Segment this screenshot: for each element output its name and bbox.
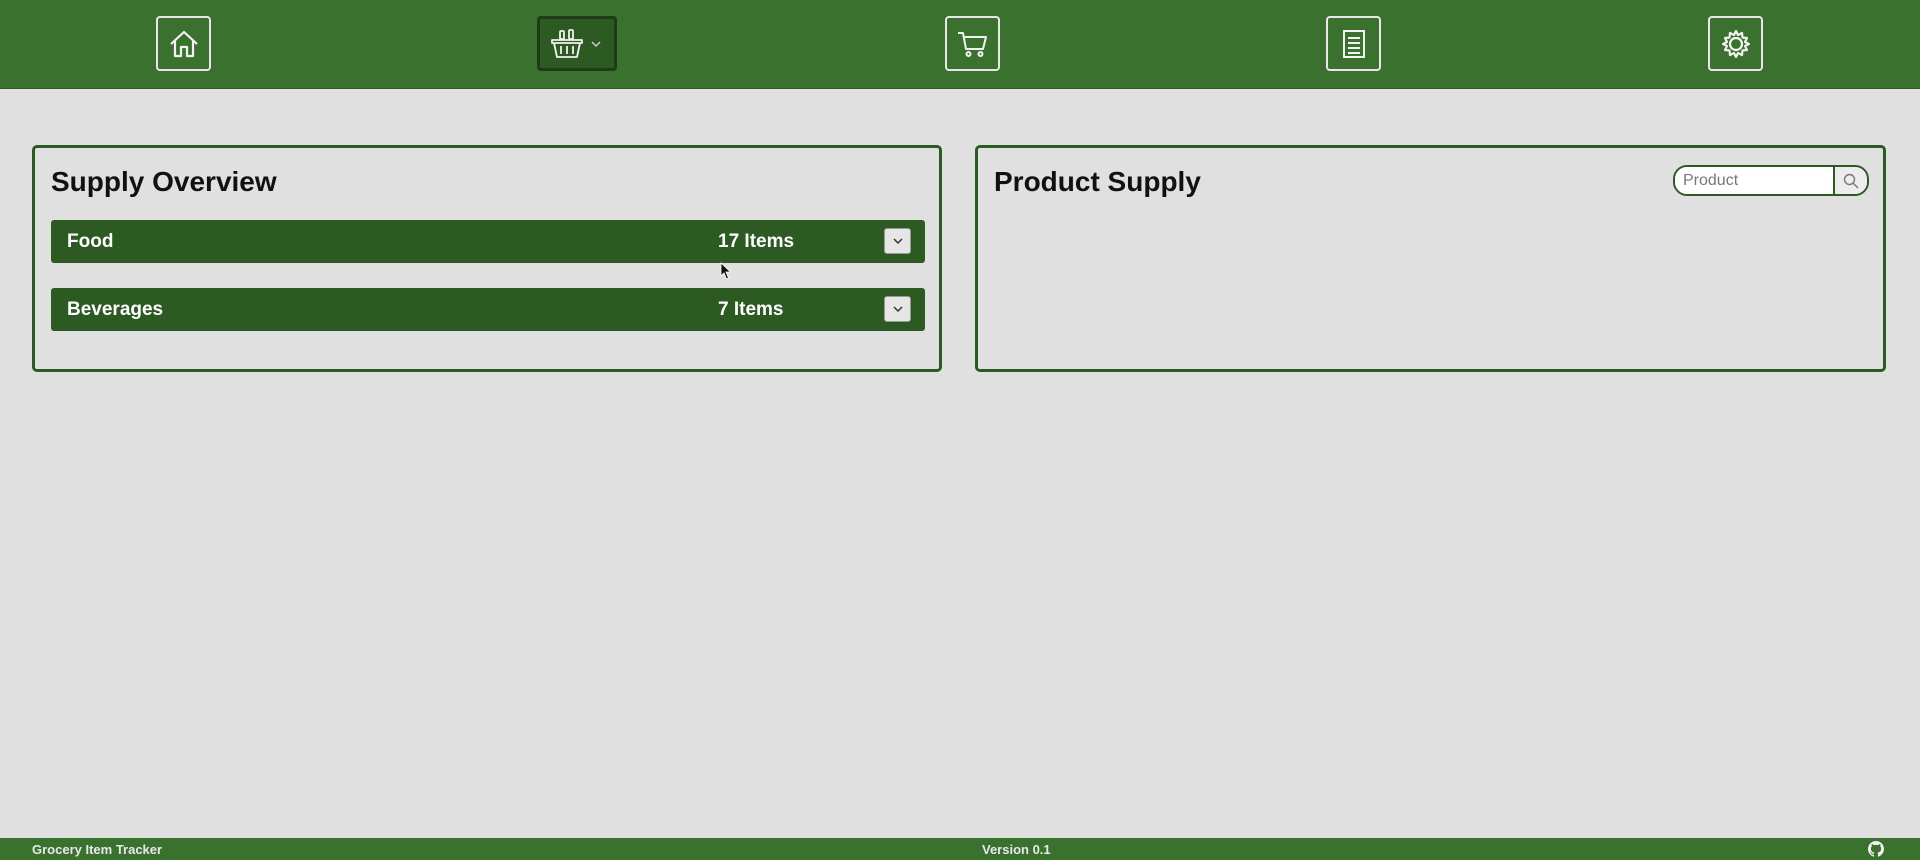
search-button[interactable] <box>1835 167 1867 194</box>
nav-settings-button[interactable] <box>1708 16 1763 71</box>
product-supply-panel: Product Supply <box>975 145 1886 372</box>
gear-icon <box>1721 29 1750 58</box>
supply-overview-panel: Supply Overview Food 17 Items Beverages … <box>32 145 942 372</box>
category-row-beverages[interactable]: Beverages 7 Items <box>51 288 925 331</box>
nav-supply-button[interactable] <box>537 16 617 71</box>
top-nav-bar <box>0 0 1920 89</box>
product-supply-title: Product Supply <box>994 166 1201 197</box>
nav-list-button[interactable] <box>1326 16 1381 71</box>
category-name: Food <box>67 231 114 252</box>
nav-cart-button[interactable] <box>945 16 1000 71</box>
footer-version: Version 0.1 <box>982 842 1051 857</box>
product-search-input[interactable] <box>1675 167 1835 194</box>
product-search-box <box>1673 165 1869 196</box>
supply-overview-title: Supply Overview <box>51 166 277 197</box>
expand-food-button[interactable] <box>884 228 911 254</box>
chevron-down-icon <box>892 306 903 313</box>
basket-icon <box>551 28 583 58</box>
expand-beverages-button[interactable] <box>884 296 911 322</box>
cart-icon <box>957 31 987 57</box>
github-icon[interactable] <box>1868 841 1884 857</box>
search-icon <box>1843 173 1859 188</box>
footer-bar: Grocery Item Tracker Version 0.1 <box>0 838 1920 860</box>
list-icon <box>1342 29 1365 58</box>
chevron-down-icon <box>892 238 903 245</box>
chevron-down-icon <box>591 40 601 47</box>
category-count: 7 Items <box>718 299 784 320</box>
category-name: Beverages <box>67 299 164 320</box>
mouse-cursor-icon <box>720 262 732 280</box>
category-count: 17 Items <box>718 231 795 252</box>
nav-home-button[interactable] <box>156 16 211 71</box>
home-icon <box>169 30 198 57</box>
footer-app-name: Grocery Item Tracker <box>32 842 163 857</box>
category-row-food[interactable]: Food 17 Items <box>51 220 925 263</box>
